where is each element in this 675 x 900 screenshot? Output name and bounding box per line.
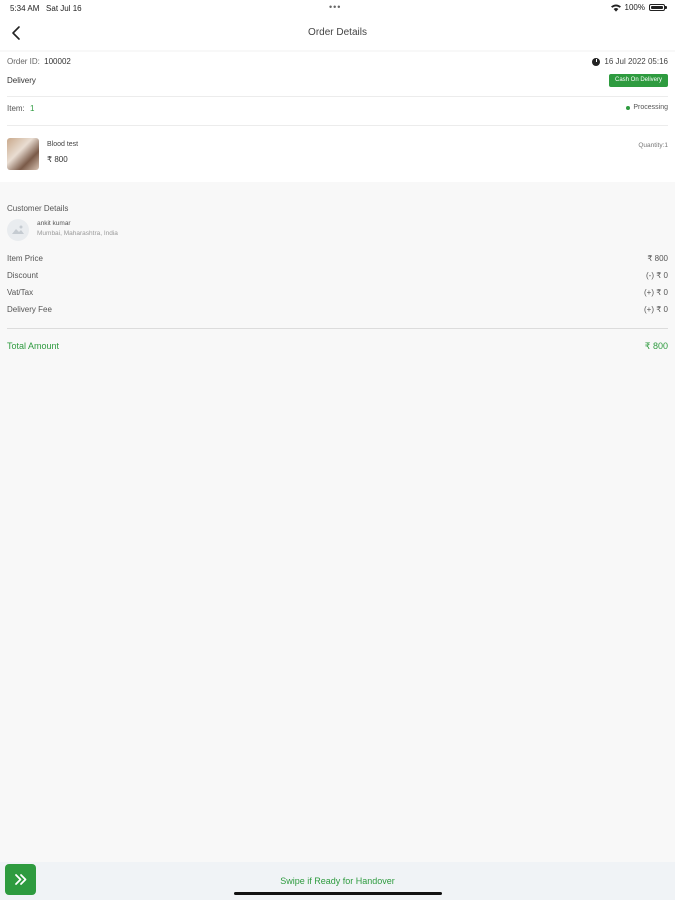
header: Order Details: [0, 18, 675, 50]
handover-swipe-bar[interactable]: Swipe if Ready for Handover: [0, 862, 675, 900]
order-id-row: Order ID: 100002 16 Jul 2022 05:16: [7, 57, 668, 71]
battery-icon: [649, 4, 667, 11]
divider: [7, 96, 668, 97]
payment-method-badge: Cash On Delivery: [608, 74, 668, 87]
status-time: 5:34 AM Sat Jul 16: [10, 4, 82, 13]
swipe-label: Swipe if Ready for Handover: [280, 876, 395, 886]
item-price-value: ₹ 800: [647, 254, 668, 263]
items-row: Item: 1 Processing: [7, 104, 668, 118]
clock-icon: [592, 57, 601, 66]
image-placeholder-icon: [12, 225, 24, 234]
home-indicator: [234, 892, 442, 895]
delivery-row: Delivery Cash On Delivery: [7, 74, 668, 90]
status-time-text: 5:34 AM: [10, 4, 40, 13]
product-image: [7, 138, 39, 170]
total-amount-value: ₹ 800: [644, 341, 668, 351]
battery-percent: 100%: [624, 3, 645, 12]
multitasking-dots[interactable]: •••: [329, 2, 341, 12]
product-item[interactable]: Blood test ₹ 800 Quantity:1: [7, 138, 668, 172]
status-bar: 5:34 AM Sat Jul 16 ••• 100%: [0, 0, 675, 18]
delivery-type: Delivery: [7, 76, 36, 85]
delivery-fee-row: Delivery Fee (+) ₹ 0: [7, 305, 668, 322]
discount-value: (-) ₹ 0: [646, 271, 668, 280]
product-name: Blood test: [47, 141, 79, 148]
item-price-label: Item Price: [7, 254, 44, 263]
items-label: Item:: [7, 104, 25, 113]
order-card: Order ID: 100002 16 Jul 2022 05:16 Deliv…: [0, 52, 675, 182]
order-datetime-text: 16 Jul 2022 05:16: [604, 57, 668, 66]
customer-location: Mumbai, Maharashtra, India: [37, 230, 118, 237]
vat-row: Vat/Tax (+) ₹ 0: [7, 288, 668, 305]
order-status: Processing: [626, 104, 668, 111]
customer-details: Customer Details ankit kumar Mumbai, Mah…: [7, 204, 668, 241]
discount-row: Discount (-) ₹ 0: [7, 271, 668, 288]
price-summary: Item Price ₹ 800 Discount (-) ₹ 0 Vat/Ta…: [7, 254, 668, 322]
delivery-fee-label: Delivery Fee: [7, 305, 52, 314]
items-count: 1: [30, 104, 35, 113]
total-amount-label: Total Amount: [7, 341, 60, 351]
order-id-value: 100002: [44, 57, 71, 66]
customer-avatar: [7, 219, 29, 241]
total-amount-row: Total Amount ₹ 800: [7, 341, 668, 351]
product-price: ₹ 800: [47, 155, 68, 164]
total-divider: [7, 328, 668, 329]
order-id-label: Order ID:: [7, 57, 40, 66]
item-price-row: Item Price ₹ 800: [7, 254, 668, 271]
order-datetime: 16 Jul 2022 05:16: [592, 57, 668, 66]
divider: [7, 125, 668, 126]
customer-heading: Customer Details: [7, 204, 69, 213]
vat-label: Vat/Tax: [7, 288, 34, 297]
wifi-icon: [610, 4, 621, 12]
customer-name: ankit kumar: [37, 220, 71, 227]
status-right: 100%: [610, 3, 667, 12]
order-status-text: Processing: [633, 104, 668, 111]
product-quantity: Quantity:1: [638, 142, 668, 149]
page-title: Order Details: [308, 27, 367, 38]
vat-value: (+) ₹ 0: [644, 288, 668, 297]
discount-label: Discount: [7, 271, 39, 280]
status-dot-icon: [626, 105, 631, 110]
delivery-fee-value: (+) ₹ 0: [644, 305, 668, 314]
status-date-text: Sat Jul 16: [46, 4, 82, 13]
